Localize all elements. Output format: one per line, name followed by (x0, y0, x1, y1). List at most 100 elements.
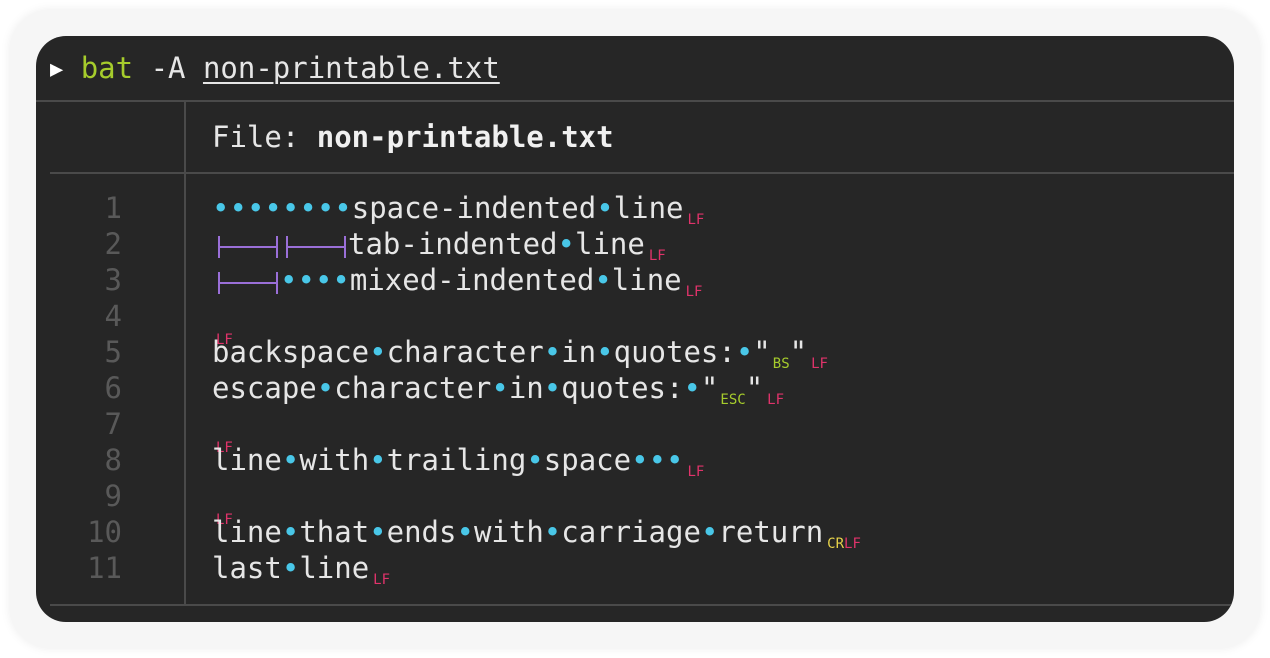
file-header-label: File: (212, 120, 317, 154)
line-number: 6 (104, 371, 122, 405)
space-marker: • (491, 371, 509, 405)
lf-marker: LF (373, 572, 391, 588)
code-text: character (386, 335, 544, 369)
lf-marker: LF (687, 464, 705, 480)
code-text: line (299, 551, 370, 585)
code-text: trailing (386, 443, 527, 477)
line-number: 5 (104, 335, 122, 369)
code-line: LF (212, 478, 233, 528)
tab-marker (280, 226, 348, 262)
space-marker: • (526, 443, 544, 477)
space-marker: • (456, 515, 474, 549)
space-marker: • (596, 191, 614, 225)
space-marker: • (332, 263, 350, 297)
code-text: line (212, 515, 282, 549)
lf-marker: LF (811, 356, 828, 372)
space-marker: • (700, 515, 719, 549)
space-marker: • (683, 371, 701, 405)
code-text: " (745, 371, 764, 405)
code-text: space (543, 443, 632, 477)
code-line: LF (212, 298, 233, 348)
command-argument[interactable]: non-printable.txt (203, 51, 500, 85)
code-text: " (753, 335, 771, 369)
line-number: 1 (104, 191, 122, 225)
code-text: with (473, 515, 544, 549)
code-text: last (212, 551, 282, 585)
line-number: 8 (104, 443, 122, 477)
space-marker: • (281, 551, 300, 585)
space-marker: • (264, 191, 282, 225)
space-marker: • (281, 443, 300, 477)
lf-marker: LF (767, 392, 785, 408)
lf-marker: LF (687, 212, 705, 228)
line-number: 10 (87, 515, 122, 549)
code-text: in (508, 371, 544, 405)
space-marker: • (369, 335, 387, 369)
space-marker: • (543, 515, 562, 549)
code-line: ••••mixed-indented•line LF (212, 262, 703, 300)
line-number: 3 (104, 263, 122, 297)
space-marker: • (648, 443, 667, 477)
code-text: mixed-indented (349, 263, 595, 297)
code-text: quotes: (561, 371, 684, 405)
code-text: that (299, 515, 370, 549)
space-marker: • (735, 335, 754, 369)
code-text: with (299, 443, 370, 477)
line-number: 2 (104, 227, 122, 261)
command-line: ▶ bat -A non-printable.txt (50, 48, 500, 88)
line-number: 7 (104, 407, 122, 441)
divider-top (36, 100, 1234, 102)
space-marker: • (280, 263, 298, 297)
space-marker: • (212, 191, 230, 225)
divider-bottom (50, 604, 1234, 606)
space-marker: • (334, 191, 352, 225)
code-line: tab-indented•line LF (212, 226, 666, 264)
prompt-icon: ▶ (50, 57, 64, 82)
code-line: escape•character•in•quotes:•" ESC" LF (212, 370, 785, 408)
terminal-window[interactable]: ▶ bat -A non-printable.txt File: non-pri… (36, 36, 1234, 622)
space-marker: • (246, 191, 265, 225)
tab-marker (212, 226, 280, 262)
code-text: space-indented (351, 191, 597, 225)
space-marker: • (314, 263, 333, 297)
space-marker: • (631, 443, 649, 477)
file-header: File: non-printable.txt (212, 114, 614, 160)
code-line: line•that•ends•with•carriage•return CRLF (212, 514, 861, 552)
lf-marker: LF (844, 536, 861, 552)
code-text: ends (386, 515, 457, 549)
space-marker: • (316, 191, 335, 225)
gutter-divider (184, 100, 186, 604)
file-header-filename: non-printable.txt (316, 120, 614, 154)
code-text: escape (212, 371, 317, 405)
code-text: " (789, 335, 808, 369)
line-number: 9 (104, 479, 122, 513)
code-text: backspace (212, 335, 370, 369)
space-marker: • (557, 227, 575, 261)
code-text: in (561, 335, 597, 369)
space-marker: • (543, 371, 562, 405)
space-marker: • (666, 443, 684, 477)
code-text: tab-indented (348, 227, 558, 261)
code-text: line (574, 227, 645, 261)
code-text: return (718, 515, 824, 549)
code-text: " (700, 371, 719, 405)
space-marker: • (281, 191, 300, 225)
space-marker: • (229, 191, 247, 225)
space-marker: • (369, 515, 387, 549)
code-text: line (613, 191, 684, 225)
line-number: 4 (104, 299, 122, 333)
space-marker: • (594, 263, 612, 297)
space-marker: • (369, 443, 387, 477)
code-text: quotes: (613, 335, 736, 369)
code-line: last•line LF (212, 550, 391, 588)
code-text: line (212, 443, 282, 477)
code-line: backspace•character•in•quotes:•" BS" LF (212, 334, 828, 372)
code-line: ••••••••space-indented•line LF (212, 190, 705, 228)
space-marker: • (299, 191, 317, 225)
space-marker: • (297, 263, 315, 297)
space-marker: • (316, 371, 335, 405)
escape-marker: ESC (720, 392, 746, 408)
lf-marker: LF (685, 284, 703, 300)
cr-marker: CR (827, 536, 845, 552)
command-flag: -A (150, 51, 186, 85)
